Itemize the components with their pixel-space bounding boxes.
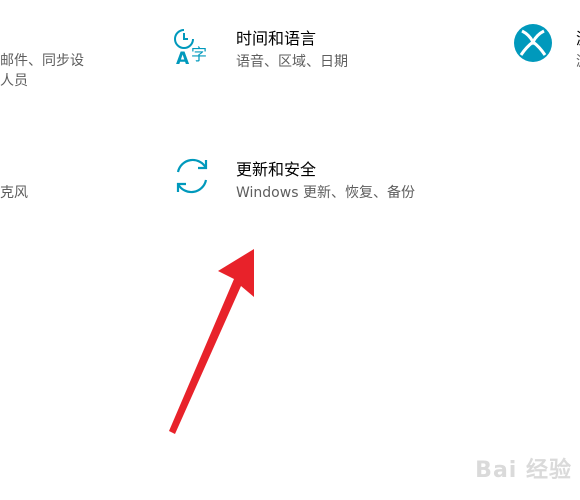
baidu-watermark: Bai 经验 [475, 452, 572, 484]
red-arrow-icon [169, 249, 254, 434]
watermark-text: Bai 经验 [475, 458, 572, 483]
